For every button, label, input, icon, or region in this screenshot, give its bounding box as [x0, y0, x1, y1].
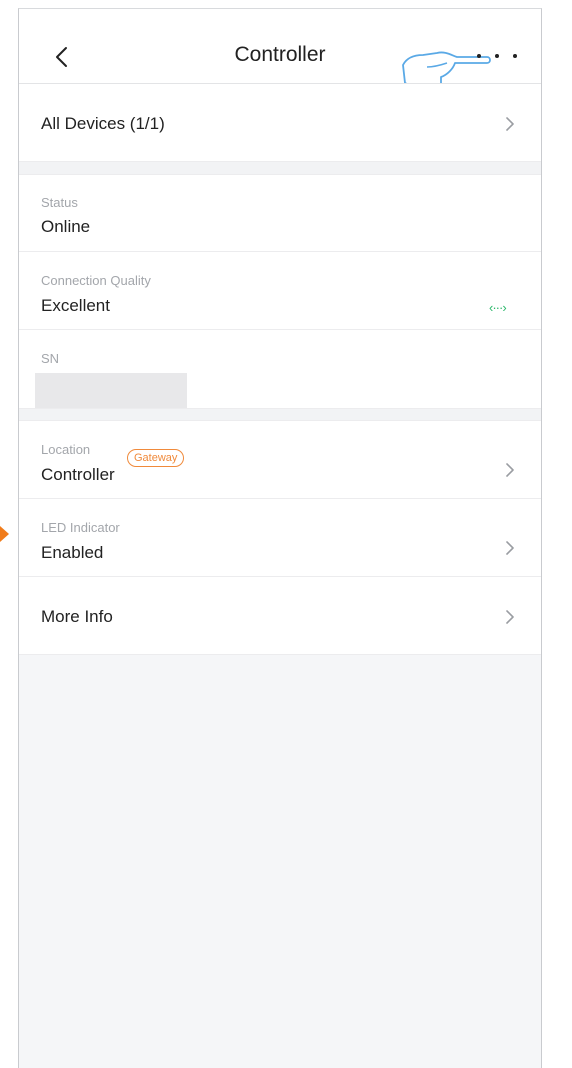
section-gap — [19, 161, 541, 175]
status-value: Online — [41, 217, 91, 236]
more-dot — [513, 54, 517, 58]
location-row[interactable]: Location Gateway Controller — [19, 421, 541, 499]
connection-quality-value: Excellent — [41, 296, 110, 315]
annotation-arrow-icon — [0, 526, 9, 542]
row-divider — [19, 654, 541, 655]
phone-screen: Controller All Devices (1/1) Status Onli… — [18, 8, 542, 1068]
location-value: Controller — [41, 465, 115, 484]
sn-row: SN — [19, 330, 541, 409]
top-bar: Controller — [19, 9, 541, 89]
sn-caption: SN — [41, 351, 60, 366]
status-caption: Status — [41, 195, 78, 210]
more-dot — [495, 54, 499, 58]
led-indicator-caption: LED Indicator — [41, 520, 120, 535]
more-dot — [477, 54, 481, 58]
all-devices-label: All Devices (1/1) — [41, 114, 165, 133]
section-gap — [19, 408, 541, 421]
more-info-row[interactable]: More Info — [19, 577, 541, 654]
chevron-right-icon — [506, 117, 514, 131]
led-indicator-value: Enabled — [41, 543, 104, 562]
connection-quality-caption: Connection Quality — [41, 273, 151, 288]
chevron-right-icon — [506, 463, 514, 477]
connection-icon: ‹···› — [489, 300, 507, 315]
connection-quality-row: Connection Quality Excellent ‹···› — [19, 252, 541, 330]
chevron-right-icon — [506, 610, 514, 624]
location-caption: Location — [41, 442, 91, 457]
more-options-button[interactable] — [477, 47, 517, 65]
status-row: Status Online — [19, 175, 541, 252]
gateway-badge: Gateway — [127, 449, 185, 467]
chevron-right-icon — [506, 541, 514, 555]
more-info-label: More Info — [41, 607, 113, 626]
led-indicator-row[interactable]: LED Indicator Enabled — [19, 499, 541, 577]
sn-value-redacted — [35, 373, 187, 409]
all-devices-row[interactable]: All Devices (1/1) — [19, 84, 541, 161]
